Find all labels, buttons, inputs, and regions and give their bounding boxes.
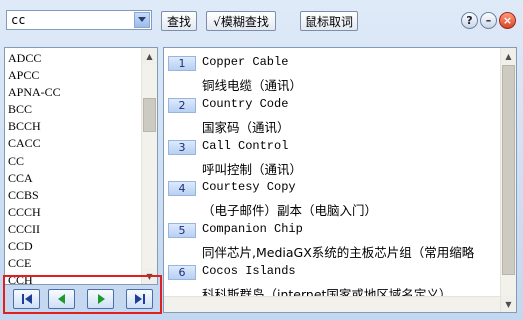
definition-panel: 1 Copper Cable 铜线电缆（通讯） 2 Country Code 国家码（通讯…: [163, 47, 517, 313]
list-item[interactable]: CCD: [7, 238, 141, 255]
entry-term: Call Control: [202, 138, 289, 153]
scrollbar-thumb[interactable]: [502, 65, 515, 275]
list-item[interactable]: BCCH: [7, 118, 141, 135]
entry-meaning: 呼叫控制（通讯）: [202, 161, 303, 177]
list-item[interactable]: ADCC: [7, 50, 141, 67]
entry-term: Country Code: [202, 96, 289, 111]
entry-meaning: 同伴芯片,MediaGX系统的主板芯片组（常用缩略: [202, 245, 475, 261]
search-combobox[interactable]: cc: [6, 10, 152, 30]
definition-entry[interactable]: 1 Copper Cable 铜线电缆（通讯）: [168, 52, 508, 93]
entry-meaning: 国家码（通讯）: [202, 119, 290, 135]
entry-term: Companion Chip: [202, 222, 303, 237]
word-list[interactable]: ADCC APCC APNA-CC BCC BCCH CACC CC CCA CCBS CCCH C…: [7, 50, 141, 284]
list-item[interactable]: BCC: [7, 101, 141, 118]
list-item[interactable]: CCBS: [7, 187, 141, 204]
scroll-down-icon[interactable]: ▼: [501, 296, 516, 312]
search-button[interactable]: 查找: [161, 11, 197, 31]
first-page-icon: [21, 294, 32, 304]
entry-term: Copper Cable: [202, 55, 289, 69]
definition-entry[interactable]: 2 Country Code 国家码（通讯）: [168, 94, 508, 135]
entry-number-badge: 1: [168, 56, 196, 71]
last-page-button[interactable]: [126, 289, 153, 309]
entry-number-badge: 5: [168, 223, 196, 239]
word-list-panel: ADCC APCC APNA-CC BCC BCCH CACC CC CCA CCBS CCCH C…: [4, 47, 158, 285]
definition-scrollbar[interactable]: ▲ ▼: [500, 48, 516, 312]
first-page-button[interactable]: [13, 289, 40, 309]
list-item[interactable]: CCE: [7, 255, 141, 272]
scroll-up-icon[interactable]: ▲: [501, 48, 516, 64]
list-item[interactable]: CCCII: [7, 221, 141, 238]
list-item[interactable]: APCC: [7, 67, 141, 84]
list-item[interactable]: APNA-CC: [7, 84, 141, 101]
app-window: cc 查找 √模糊查找 鼠标取词 ? – × ADCC APCC APNA-CC BC…: [0, 0, 523, 320]
search-input[interactable]: cc: [11, 13, 25, 27]
next-page-button[interactable]: [87, 289, 114, 309]
fuzzy-search-button[interactable]: √模糊查找: [206, 11, 276, 31]
chevron-down-icon[interactable]: [134, 12, 150, 28]
entry-meaning: 铜线电缆（通讯）: [202, 78, 303, 93]
list-item[interactable]: CCA: [7, 170, 141, 187]
word-list-scrollbar[interactable]: ▲ ▼: [141, 48, 157, 284]
definition-entry[interactable]: 5 Companion Chip 同伴芯片,MediaGX系统的主板芯片组（常用缩略: [168, 219, 508, 260]
definition-entry[interactable]: 3 Call Control 呼叫控制（通讯）: [168, 136, 508, 177]
definition-entry[interactable]: 4 Courtesy Copy （电子邮件）副本（电脑入门）: [168, 177, 508, 218]
entry-term: Cocos Islands: [202, 264, 296, 278]
list-item[interactable]: CACC: [7, 135, 141, 152]
next-page-icon: [97, 294, 105, 304]
close-icon[interactable]: ×: [499, 12, 516, 29]
help-icon[interactable]: ?: [461, 12, 478, 29]
previous-page-button[interactable]: [48, 289, 75, 309]
entry-number-badge: 6: [168, 265, 196, 280]
scrollbar-thumb[interactable]: [143, 98, 156, 132]
list-item[interactable]: CC: [7, 153, 141, 170]
scroll-up-icon[interactable]: ▲: [142, 48, 157, 64]
previous-page-icon: [57, 294, 65, 304]
entry-number-badge: 3: [168, 139, 196, 155]
entry-number-badge: 4: [168, 181, 196, 197]
entry-meaning: （电子邮件）副本（电脑入门）: [202, 203, 378, 219]
last-page-icon: [134, 294, 145, 304]
entry-number-badge: 2: [168, 97, 196, 113]
list-item[interactable]: CCCH: [7, 204, 141, 221]
horizontal-scrollbar[interactable]: [164, 296, 500, 312]
minimize-icon[interactable]: –: [480, 12, 497, 29]
toolbar: cc 查找 √模糊查找 鼠标取词 ? – ×: [0, 0, 523, 44]
entry-term: Courtesy Copy: [202, 180, 296, 195]
mouse-lookup-button[interactable]: 鼠标取词: [300, 11, 358, 31]
